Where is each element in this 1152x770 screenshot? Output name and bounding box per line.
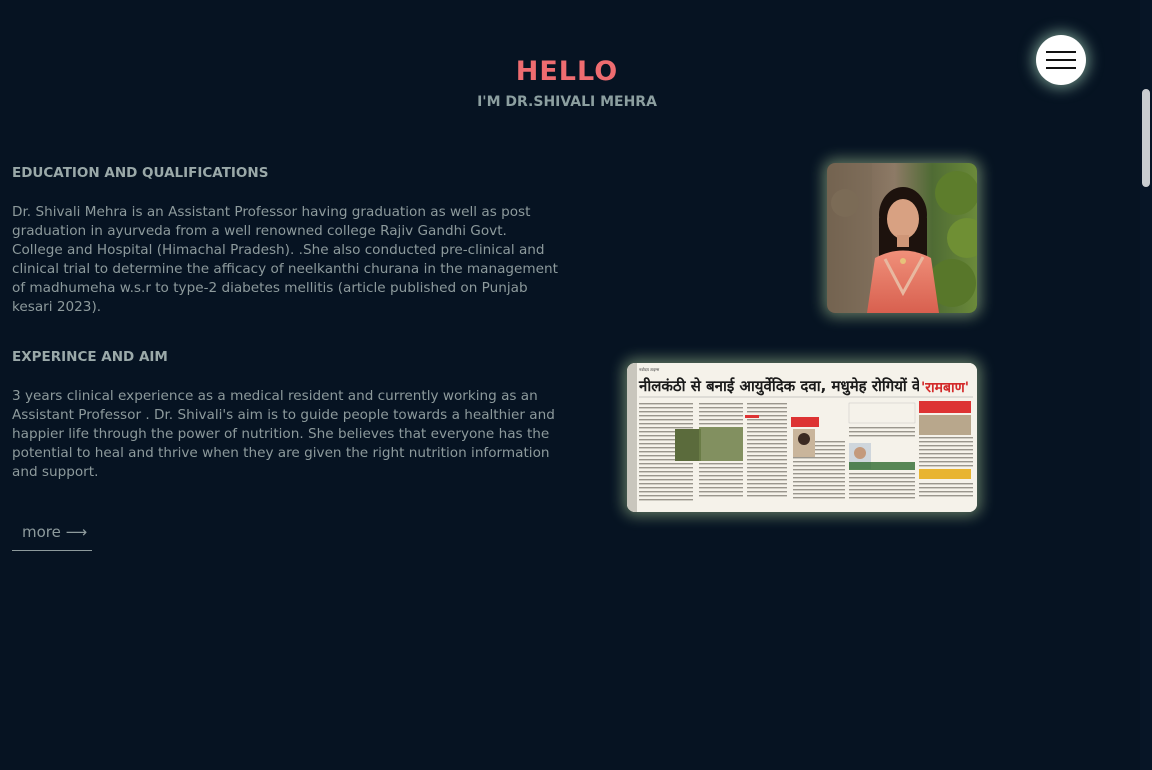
hamburger-menu-icon-line [1046, 59, 1076, 61]
newspaper-highlight: 'रामबाण' [921, 380, 969, 396]
hero-subtitle: I'M DR.SHIVALI MEHRA [477, 94, 657, 110]
hero-title: HELLO [515, 56, 619, 87]
education-text: Dr. Shivali Mehra is an Assistant Profes… [12, 204, 558, 315]
scrollbar-thumb[interactable] [1142, 89, 1150, 187]
page: HELLO I'M DR.SHIVALI MEHRA EDUCATION AND… [0, 0, 1152, 770]
portrait-photo [827, 163, 977, 313]
experience-heading: EXPERINCE AND AIM [12, 349, 168, 365]
hamburger-menu-icon [1046, 51, 1076, 53]
menu-button[interactable] [1036, 35, 1086, 85]
education-heading: EDUCATION AND QUALIFICATIONS [12, 165, 269, 181]
experience-text: 3 years clinical experience as a medical… [12, 388, 555, 480]
more-link[interactable]: more ⟶ [12, 520, 92, 551]
hamburger-menu-icon-line [1046, 67, 1076, 69]
newspaper-headline: नीलकंठी से बनाई आयुर्वेदिक दवा, मधुमेह र… [638, 377, 952, 396]
newspaper-clipping: नवोदय टाइम्स नीलकंठी से बनाई आयुर्वेदिक … [627, 363, 977, 512]
svg-text:नवोदय टाइम्स: नवोदय टाइम्स [639, 367, 660, 372]
